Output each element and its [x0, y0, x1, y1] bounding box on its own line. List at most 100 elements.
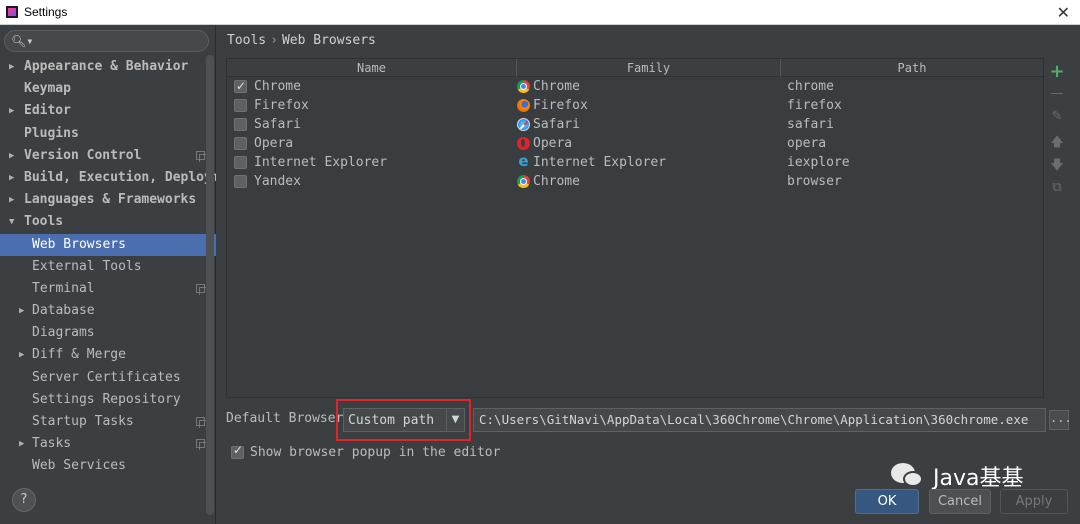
safari-icon — [517, 118, 530, 131]
sidebar-item[interactable]: Terminal — [0, 278, 216, 300]
sidebar-item[interactable]: Web Browsers — [0, 233, 216, 256]
sidebar-item-label: Languages & Frameworks — [24, 192, 197, 208]
table-row[interactable]: Yandex Chrome browser — [227, 172, 1043, 191]
browser-path-cell[interactable]: browser — [781, 172, 1043, 191]
browser-path-cell[interactable]: iexplore — [781, 153, 1043, 172]
sidebar-item[interactable]: ▶ Tasks — [0, 433, 216, 455]
sidebar-item[interactable]: ▶ Build, Execution, Deployment — [0, 167, 216, 189]
table-header: Name Family Path — [227, 59, 1043, 77]
chrome-icon — [517, 175, 530, 188]
expand-right-icon[interactable]: ▶ — [19, 344, 24, 366]
sidebar-item[interactable]: ▶ Editor — [0, 100, 216, 122]
sidebar-item[interactable]: Web Services — [0, 455, 216, 477]
sidebar-item[interactable]: Plugins — [0, 123, 216, 145]
expand-right-icon[interactable]: ▶ — [19, 433, 24, 455]
column-header-family[interactable]: Family — [517, 59, 781, 77]
breadcrumb: Tools › Web Browsers — [227, 33, 376, 48]
sidebar-item-label: Appearance & Behavior — [24, 59, 189, 74]
table-row[interactable]: Firefox Firefox firefox — [227, 96, 1043, 115]
remove-icon[interactable]: — — [1049, 86, 1065, 110]
sidebar-item[interactable]: Startup Tasks — [0, 411, 216, 433]
sidebar-item[interactable]: ▶ Languages & Frameworks — [0, 189, 216, 211]
browser-enabled-checkbox[interactable] — [234, 156, 247, 169]
show-popup-label: Show browser popup in the editor — [250, 444, 501, 460]
dropdown-arrow-icon[interactable]: ▼ — [446, 409, 464, 431]
sidebar-item[interactable]: Settings Repository — [0, 389, 216, 411]
app-logo-icon — [6, 6, 18, 18]
browse-button[interactable]: ... — [1049, 410, 1072, 430]
edit-icon[interactable]: ✎ — [1049, 109, 1065, 133]
browser-name: Firefox — [254, 98, 309, 113]
expand-right-icon[interactable]: ▶ — [9, 56, 14, 78]
browser-enabled-checkbox[interactable] — [234, 77, 247, 96]
expand-right-icon[interactable]: ▶ — [19, 300, 24, 322]
sidebar-item[interactable]: Server Certificates — [0, 367, 216, 389]
expand-right-icon[interactable]: ▶ — [9, 189, 14, 211]
project-settings-icon — [196, 439, 207, 451]
browser-path-cell[interactable]: opera — [781, 134, 1043, 153]
browser-family-cell[interactable]: Safari — [517, 115, 781, 134]
browser-family: Chrome — [533, 174, 580, 189]
default-browser-select[interactable]: Custom path ▼ — [343, 408, 465, 432]
sidebar-item-label: Server Certificates — [32, 369, 181, 385]
sidebar-item[interactable]: ▶ Database — [0, 300, 216, 322]
browser-family-cell[interactable]: Chrome — [517, 172, 781, 191]
browser-name-cell: Firefox — [227, 96, 517, 115]
sidebar-item-label: Plugins — [24, 125, 79, 141]
sidebar-scrollbar[interactable] — [206, 55, 214, 515]
show-popup-checkbox[interactable] — [231, 443, 244, 459]
table-row[interactable]: Chrome Chrome chrome — [227, 77, 1043, 96]
browser-family-cell[interactable]: Chrome — [517, 77, 781, 96]
expand-right-icon[interactable]: ▶ — [9, 167, 14, 189]
add-icon[interactable]: + — [1049, 62, 1065, 86]
cancel-button[interactable]: Cancel — [929, 489, 991, 514]
sidebar-item[interactable]: ▼ Tools — [0, 211, 216, 233]
expand-right-icon[interactable]: ▶ — [9, 145, 14, 167]
browser-family-cell[interactable]: Opera — [517, 134, 781, 153]
project-settings-icon — [196, 417, 207, 428]
browser-enabled-checkbox[interactable] — [234, 118, 247, 131]
browser-family-cell[interactable]: Firefox — [517, 96, 781, 115]
help-button[interactable]: ? — [12, 488, 36, 512]
sidebar-item-label: Startup Tasks — [32, 414, 134, 429]
settings-sidebar: 🔍︎▾ ▶ Appearance & Behavior Keymap ▶ Editor P… — [0, 25, 216, 524]
browsers-table: Name Family Path ChromeChromechromeFiref… — [226, 58, 1044, 398]
browser-name-cell: Safari — [227, 115, 517, 134]
expand-right-icon[interactable]: ▶ — [9, 100, 14, 122]
chrome-icon — [517, 80, 530, 93]
browser-family-cell[interactable]: e Internet Explorer — [517, 153, 781, 172]
table-row[interactable]: Opera Opera opera — [227, 134, 1043, 153]
table-body: ChromeChromechromeFirefoxFirefoxfirefoxS… — [227, 77, 1043, 191]
sidebar-item[interactable]: Diagrams — [0, 322, 216, 344]
sidebar-item[interactable]: ▶ Version Control — [0, 145, 216, 167]
column-header-name[interactable]: Name — [227, 59, 517, 77]
close-icon[interactable]: ✕ — [1057, 3, 1070, 23]
sidebar-item[interactable]: ▶ Diff & Merge — [0, 344, 216, 366]
move-up-icon[interactable]: 🡅 — [1049, 133, 1065, 157]
move-down-icon[interactable]: 🡇 — [1049, 156, 1065, 180]
project-settings-icon — [196, 283, 207, 295]
show-popup-checkbox-row[interactable]: Show browser popup in the editor — [231, 443, 500, 461]
table-row[interactable]: Safari Safari safari — [227, 115, 1043, 134]
browser-enabled-checkbox[interactable] — [234, 99, 247, 112]
sidebar-item[interactable]: ▶ Appearance & Behavior — [0, 56, 216, 78]
browser-enabled-checkbox[interactable] — [234, 175, 247, 188]
browser-path-input[interactable]: C:\Users\GitNavi\AppData\Local\360Chrome… — [473, 408, 1046, 432]
column-header-path[interactable]: Path — [781, 59, 1043, 77]
table-row[interactable]: Internet Explorer e Internet Explorer iexpl… — [227, 153, 1043, 172]
sidebar-item[interactable]: Keymap — [0, 78, 216, 100]
browser-family: Internet Explorer — [533, 155, 667, 170]
apply-button[interactable]: Apply — [1000, 489, 1068, 514]
browser-path-cell[interactable]: chrome — [781, 77, 1043, 96]
sidebar-item-label: Editor — [24, 103, 71, 119]
settings-search-input[interactable]: 🔍︎▾ — [4, 30, 209, 52]
browser-name-cell: Chrome — [227, 77, 517, 96]
sidebar-item-label: Web Services — [32, 458, 126, 474]
expand-down-icon[interactable]: ▼ — [9, 211, 14, 233]
browser-path-cell[interactable]: firefox — [781, 96, 1043, 115]
ok-button[interactable]: OK — [855, 489, 919, 514]
browser-path-cell[interactable]: safari — [781, 115, 1043, 134]
sidebar-item[interactable]: External Tools — [0, 256, 216, 278]
copy-icon[interactable]: ⧉ — [1049, 180, 1065, 204]
browser-enabled-checkbox[interactable] — [234, 137, 247, 150]
